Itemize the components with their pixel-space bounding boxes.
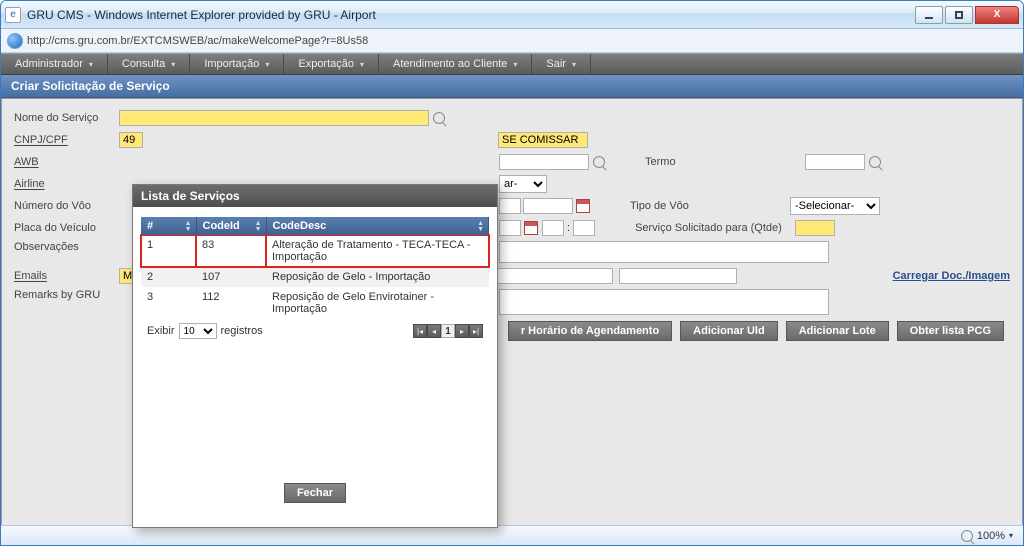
chevron-down-icon: ▾	[89, 60, 93, 69]
adicionar-lote-button[interactable]: Adicionar Lote	[786, 321, 889, 341]
sort-icon: ▲▼	[477, 221, 484, 233]
chevron-down-icon[interactable]: ▾	[1009, 531, 1013, 540]
pager-current: 1	[441, 324, 455, 338]
sort-icon: ▲▼	[255, 221, 262, 233]
label-remarks-gru: Remarks by GRU	[14, 289, 119, 301]
search-icon[interactable]	[433, 112, 445, 124]
pager-next-button[interactable]: ▸	[455, 324, 469, 338]
label-cnpj: CNPJ/CPF	[14, 134, 119, 146]
calendar-icon[interactable]	[576, 199, 590, 213]
hora-m-input[interactable]	[573, 220, 595, 236]
chevron-down-icon: ▾	[265, 60, 269, 69]
ie-favicon: e	[5, 7, 21, 23]
fechar-button[interactable]: Fechar	[284, 483, 346, 503]
lista-servicos-modal: Lista de Serviços #▲▼ CodeId▲▼ CodeDesc▲…	[132, 184, 498, 528]
obter-lista-pcg-button[interactable]: Obter lista PCG	[897, 321, 1004, 341]
window-minimize-button[interactable]	[915, 6, 943, 24]
label-emails: Emails	[14, 270, 119, 282]
voo-num-input[interactable]	[523, 198, 573, 214]
pager: |◂ ◂ 1 ▸ ▸|	[413, 324, 483, 338]
search-icon[interactable]	[593, 156, 605, 168]
window-close-button[interactable]: X	[975, 6, 1019, 24]
url-text[interactable]: http://cms.gru.com.br/EXTCMSWEB/ac/makeW…	[27, 35, 1017, 47]
zoom-icon	[961, 530, 973, 542]
remarks-gru-textarea[interactable]	[499, 289, 829, 315]
globe-icon	[7, 33, 23, 49]
hora-h-input[interactable]	[542, 220, 564, 236]
qtde-input[interactable]	[795, 220, 835, 236]
label-awb: AWB	[14, 156, 119, 168]
label-termo: Termo	[645, 156, 805, 168]
pager-prev-button[interactable]: ◂	[427, 324, 441, 338]
window-title: GRU CMS - Windows Internet Explorer prov…	[27, 8, 913, 22]
pager-first-button[interactable]: |◂	[413, 324, 427, 338]
email2-input[interactable]	[495, 268, 613, 284]
email3-input[interactable]	[619, 268, 737, 284]
placa-input[interactable]	[499, 220, 521, 236]
label-tipo-voo: Tipo de Vôo	[630, 200, 790, 212]
zoom-value: 100%	[977, 530, 1005, 542]
modal-title: Lista de Serviços	[133, 185, 497, 207]
menu-exportacao[interactable]: Exportação▾	[284, 54, 379, 74]
awb-input[interactable]	[499, 154, 589, 170]
table-row[interactable]: 3 112 Reposição de Gelo Envirotainer - I…	[141, 287, 489, 319]
label-servico-qtde: Serviço Solicitado para (Qtde)	[635, 222, 795, 234]
adicionar-uld-button[interactable]: Adicionar Uld	[680, 321, 778, 341]
label-airline: Airline	[14, 178, 119, 190]
upload-doc-link[interactable]: Carregar Doc./Imagem	[893, 270, 1010, 282]
time-separator: :	[567, 222, 570, 234]
sort-icon: ▲▼	[185, 221, 192, 233]
window-maximize-button[interactable]	[945, 6, 973, 24]
calendar-icon[interactable]	[524, 221, 538, 235]
servicos-table: #▲▼ CodeId▲▼ CodeDesc▲▼ 1 83 Alteração d…	[141, 217, 489, 319]
main-menu: Administrador▾ Consulta▾ Importação▾ Exp…	[1, 53, 1023, 75]
termo-input[interactable]	[805, 154, 865, 170]
col-codeid[interactable]: CodeId▲▼	[196, 217, 266, 235]
col-codedesc[interactable]: CodeDesc▲▼	[266, 217, 489, 235]
pager-last-button[interactable]: ▸|	[469, 324, 483, 338]
menu-atendimento[interactable]: Atendimento ao Cliente▾	[379, 54, 532, 74]
table-row[interactable]: 1 83 Alteração de Tratamento - TECA-TECA…	[141, 235, 489, 267]
label-observacoes: Observações	[14, 241, 119, 253]
label-registros: registros	[221, 325, 263, 337]
observacoes-textarea[interactable]	[499, 241, 829, 263]
nome-servico-input[interactable]	[119, 110, 429, 126]
col-hash[interactable]: #▲▼	[141, 217, 196, 235]
cliente-input[interactable]	[498, 132, 588, 148]
window-titlebar: e GRU CMS - Windows Internet Explorer pr…	[1, 1, 1023, 29]
chevron-down-icon: ▾	[360, 60, 364, 69]
search-icon[interactable]	[869, 156, 881, 168]
horario-agendamento-button[interactable]: r Horário de Agendamento	[508, 321, 672, 341]
cnpj-input[interactable]	[119, 132, 143, 148]
menu-administrador[interactable]: Administrador▾	[1, 54, 108, 74]
label-placa: Placa do Veículo	[14, 222, 119, 234]
menu-sair[interactable]: Sair▾	[532, 54, 591, 74]
status-bar: 100% ▾	[1, 525, 1023, 545]
tipo-voo-select[interactable]: -Selecionar-	[790, 197, 880, 215]
label-nome-servico: Nome do Serviço	[14, 112, 119, 124]
chevron-down-icon: ▾	[513, 60, 517, 69]
airline-select[interactable]: ar-	[499, 175, 547, 193]
chevron-down-icon: ▾	[171, 60, 175, 69]
chevron-down-icon: ▾	[572, 60, 576, 69]
page-size-select[interactable]: 10	[179, 323, 217, 339]
table-row[interactable]: 2 107 Reposição de Gelo - Importação	[141, 267, 489, 287]
menu-consulta[interactable]: Consulta▾	[108, 54, 190, 74]
label-exibir: Exibir	[147, 325, 175, 337]
address-bar: http://cms.gru.com.br/EXTCMSWEB/ac/makeW…	[1, 29, 1023, 53]
menu-importacao[interactable]: Importação▾	[190, 54, 284, 74]
page-subheader: Criar Solicitação de Serviço	[1, 75, 1023, 98]
label-numero-voo: Número do Vôo	[14, 200, 119, 212]
voo-pref-input[interactable]	[499, 198, 521, 214]
